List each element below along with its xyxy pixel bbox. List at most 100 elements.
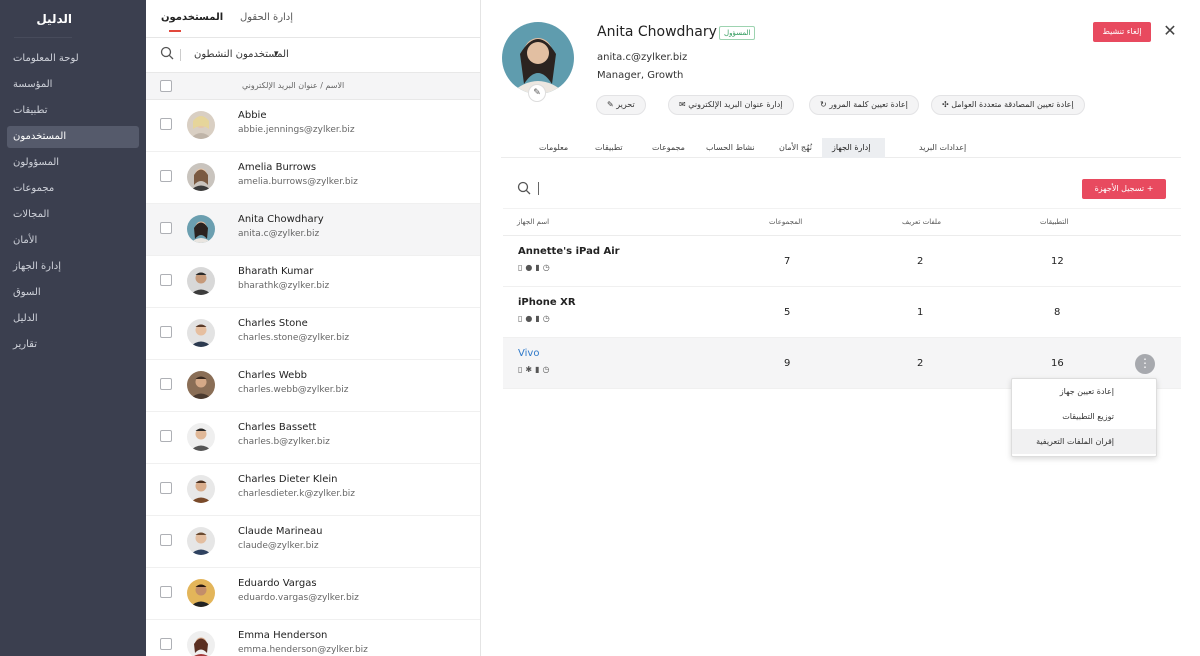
row-checkbox[interactable] [160, 170, 172, 182]
device-apps: 16 [1051, 358, 1064, 369]
device-profiles: 1 [917, 307, 924, 318]
avatar [187, 423, 215, 451]
table-row[interactable]: Charles Dieter Klein charlesdieter.k@zyl… [146, 464, 480, 516]
sidebar-item-marketplace[interactable]: السوق [7, 282, 139, 304]
tab-manage-fields[interactable]: إدارة الحقول [240, 12, 293, 23]
device-status-icons: ▯●▮◷ [518, 314, 553, 323]
tab-groups[interactable]: مجموعات [642, 138, 695, 158]
avatar [187, 475, 215, 503]
user-list-panel: المستخدمون إدارة الحقول المستخدمون النشط… [146, 0, 480, 656]
register-devices-button[interactable]: تسجيل الأجهزة + [1082, 179, 1166, 199]
more-options-icon[interactable]: ⋮ [1135, 354, 1155, 374]
menu-item-reassign-device[interactable]: إعادة تعيين جهاز [1012, 379, 1156, 404]
search-icon[interactable] [517, 181, 531, 195]
table-row[interactable]: Emma Henderson emma.henderson@zylker.biz [146, 620, 480, 656]
user-name: Bharath Kumar [238, 266, 314, 277]
device-name: iPhone XR [518, 297, 576, 308]
table-row[interactable]: Bharath Kumar bharathk@zylker.biz [146, 256, 480, 308]
table-row[interactable]: Charles Bassett charles.b@zylker.biz [146, 412, 480, 464]
device-name: Annette's iPad Air [518, 246, 620, 257]
chevron-down-icon[interactable]: ▾ [274, 49, 279, 59]
row-checkbox[interactable] [160, 118, 172, 130]
menu-item-associate-profiles[interactable]: إقران الملفات التعريفية [1012, 429, 1156, 454]
column-groups: المجموعات [769, 218, 803, 226]
row-checkbox[interactable] [160, 534, 172, 546]
sidebar-item-users[interactable]: المستخدمون [7, 126, 139, 148]
menu-item-distribute-apps[interactable]: توزيع التطبيقات [1012, 404, 1156, 429]
user-email: charles.b@zylker.biz [238, 437, 330, 447]
table-row[interactable]: Abbie abbie.jennings@zylker.biz [146, 100, 480, 152]
tab-mail-settings[interactable]: إعدادات البريد [909, 138, 976, 158]
user-name: Eduardo Vargas [238, 578, 317, 589]
row-checkbox[interactable] [160, 638, 172, 650]
table-row[interactable]: Anita Chowdhary anita.c@zylker.biz [146, 204, 480, 256]
clock-icon: ◷ [542, 263, 553, 272]
user-email: charles.webb@zylker.biz [238, 385, 349, 395]
refresh-icon: ↻ [820, 100, 827, 109]
table-row[interactable]: Amelia Burrows amelia.burrows@zylker.biz [146, 152, 480, 204]
user-detail-panel: ✎ Anita Chowdhary المسؤول anita.c@zylker… [480, 0, 1200, 656]
avatar [187, 319, 215, 347]
device-name-link[interactable]: Vivo [518, 348, 539, 359]
row-checkbox[interactable] [160, 482, 172, 494]
sidebar-item-apps[interactable]: تطبيقات [7, 100, 139, 122]
user-email: emma.henderson@zylker.biz [238, 645, 368, 655]
sidebar-item-security[interactable]: الأمان [7, 230, 139, 252]
manage-email-button[interactable]: ✉ إدارة عنوان البريد الإلكتروني [668, 95, 794, 115]
tab-device-management[interactable]: إدارة الجهاز [822, 138, 885, 158]
device-search-input[interactable] [538, 182, 539, 195]
search-icon[interactable] [160, 46, 174, 60]
reset-mfa-label: إعادة تعيين المصادقة متعددة العوامل [951, 100, 1074, 109]
tab-apps[interactable]: تطبيقات [585, 138, 633, 158]
sidebar-nav: لوحة المعلومات المؤسسة تطبيقات المستخدمو… [0, 38, 146, 356]
sidebar-item-organization[interactable]: المؤسسة [7, 74, 139, 96]
row-checkbox[interactable] [160, 586, 172, 598]
table-row[interactable]: Charles Stone charles.stone@zylker.biz [146, 308, 480, 360]
table-row[interactable]: Charles Webb charles.webb@zylker.biz [146, 360, 480, 412]
user-email: claude@zylker.biz [238, 541, 319, 551]
row-checkbox[interactable] [160, 326, 172, 338]
user-email: anita.c@zylker.biz [238, 229, 320, 239]
apple-icon: ● [525, 263, 536, 272]
avatar [187, 111, 215, 139]
table-row[interactable]: Claude Marineau claude@zylker.biz [146, 516, 480, 568]
row-checkbox[interactable] [160, 222, 172, 234]
apple-icon: ● [525, 314, 536, 323]
battery-icon: ▮ [535, 263, 543, 272]
table-row[interactable]: Eduardo Vargas eduardo.vargas@zylker.biz [146, 568, 480, 620]
row-checkbox[interactable] [160, 378, 172, 390]
tab-account-activity[interactable]: نشاط الحساب [696, 138, 765, 158]
user-name: Anita Chowdhary [238, 214, 324, 225]
sidebar-item-admins[interactable]: المسؤولون [7, 152, 139, 174]
sidebar: الدليل لوحة المعلومات المؤسسة تطبيقات ال… [0, 0, 146, 656]
edit-button[interactable]: ✎ تحرير [596, 95, 646, 115]
avatar [187, 371, 215, 399]
sidebar-item-groups[interactable]: مجموعات [7, 178, 139, 200]
select-all-checkbox[interactable] [160, 80, 172, 92]
tab-info[interactable]: معلومات [529, 138, 578, 158]
row-checkbox[interactable] [160, 274, 172, 286]
column-device-name: اسم الجهاز [517, 218, 550, 226]
device-row[interactable]: Annette's iPad Air ▯●▮◷ 7 2 12 [503, 236, 1181, 287]
filter-row: المستخدمون النشطون ▾ [146, 38, 480, 72]
user-tabs: المستخدمون إدارة الحقول [146, 0, 480, 38]
sidebar-item-domains[interactable]: المجالات [7, 204, 139, 226]
edit-photo-icon[interactable]: ✎ [528, 84, 546, 102]
reset-mfa-button[interactable]: ✣ إعادة تعيين المصادقة متعددة العوامل [931, 95, 1085, 115]
device-row[interactable]: iPhone XR ▯●▮◷ 5 1 8 [503, 287, 1181, 338]
clock-icon: ◷ [542, 365, 553, 374]
device-actions-menu: إعادة تعيين جهاز توزيع التطبيقات إقران ا… [1011, 378, 1157, 457]
tab-security-policies[interactable]: نُهُج الأمان [769, 138, 822, 158]
list-header: الاسم / عنوان البريد الإلكتروني [146, 72, 480, 100]
reset-password-button[interactable]: ↻ إعادة تعيين كلمة المرور [809, 95, 919, 115]
tab-users[interactable]: المستخدمون [161, 12, 223, 23]
sidebar-item-directory[interactable]: الدليل [7, 308, 139, 330]
sidebar-item-reports[interactable]: تقارير [7, 334, 139, 356]
user-email: amelia.burrows@zylker.biz [238, 177, 358, 187]
sidebar-item-device-management[interactable]: إدارة الجهاز [7, 256, 139, 278]
close-icon[interactable]: ✕ [1161, 22, 1179, 40]
battery-icon: ▮ [535, 365, 543, 374]
sidebar-item-dashboard[interactable]: لوحة المعلومات [7, 48, 139, 70]
deactivate-button[interactable]: إلغاء تنشيط [1093, 22, 1151, 42]
row-checkbox[interactable] [160, 430, 172, 442]
